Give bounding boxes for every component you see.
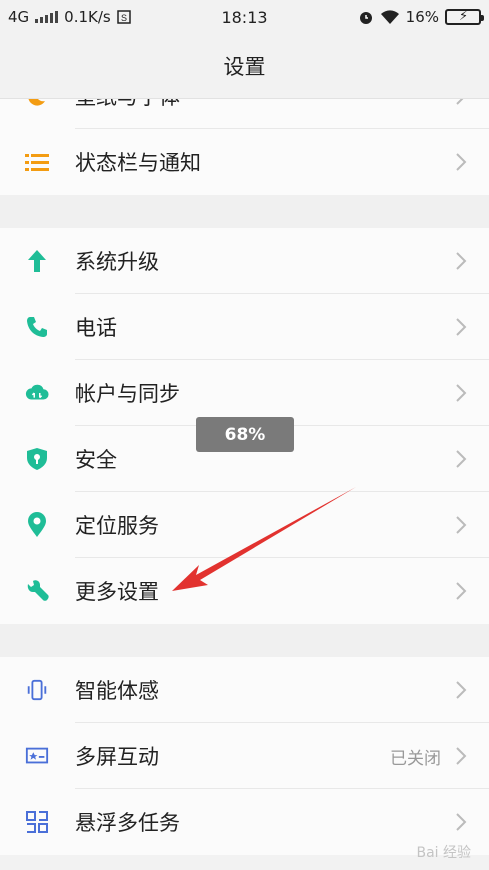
chevron-right-icon — [456, 384, 467, 402]
multi-screen-icon — [25, 744, 49, 768]
settings-item-notification[interactable]: 状态栏与通知 — [0, 129, 489, 195]
chevron-right-icon — [456, 252, 467, 270]
settings-item-smart-motion[interactable]: 智能体感 — [0, 657, 489, 723]
settings-item-location[interactable]: 定位服务 — [0, 492, 489, 558]
settings-group-3: 智能体感 多屏互动 已关闭 悬浮多任务 — [0, 657, 489, 855]
group-divider — [0, 195, 489, 228]
status-right: 16% ⚡ — [358, 8, 484, 26]
chevron-right-icon — [456, 516, 467, 534]
settings-item-label: 壁纸与字体 — [75, 98, 455, 111]
settings-item-label: 悬浮多任务 — [75, 811, 180, 835]
chevron-right-icon — [456, 582, 467, 600]
status-left: 4G 0.1K/s S — [8, 8, 131, 26]
settings-item-label: 帐户与同步 — [75, 382, 180, 406]
chevron-right-icon — [456, 153, 467, 171]
settings-item-value: 已关闭 — [390, 748, 441, 769]
settings-item-label: 智能体感 — [75, 679, 159, 703]
sim-icon: S — [116, 10, 131, 24]
svg-text:S: S — [121, 13, 127, 23]
chevron-right-icon — [456, 747, 467, 765]
group-divider — [0, 624, 489, 657]
chevron-right-icon — [456, 450, 467, 468]
settings-item-label: 系统升级 — [75, 250, 159, 274]
wallpaper-icon — [25, 98, 49, 108]
watermark-logo: Bai 经验 — [416, 845, 471, 861]
network-type: 4G — [8, 8, 30, 26]
chevron-right-icon — [456, 318, 467, 336]
status-bar: 4G 0.1K/s S 18:13 16% ⚡ — [0, 0, 489, 34]
settings-item-label: 电话 — [75, 316, 117, 340]
settings-item-wallpaper[interactable]: 壁纸与字体 — [0, 98, 489, 129]
settings-group-1: 壁纸与字体 状态栏与通知 — [0, 98, 489, 195]
alarm-icon — [359, 12, 372, 24]
notification-list-icon — [25, 150, 49, 174]
signal-icon — [35, 11, 59, 23]
settings-item-phone[interactable]: 电话 — [0, 294, 489, 360]
settings-item-label: 更多设置 — [75, 580, 159, 604]
battery-percent: 16% — [405, 8, 439, 26]
settings-list: 壁纸与字体 状态栏与通知 系统升级 — [0, 98, 489, 870]
settings-item-label: 状态栏与通知 — [75, 151, 201, 175]
network-speed: 0.1K/s — [64, 8, 111, 26]
phone-motion-icon — [25, 678, 49, 702]
location-pin-icon — [25, 512, 49, 537]
shield-icon — [25, 447, 49, 471]
settings-item-more-settings[interactable]: 更多设置 — [0, 558, 489, 624]
phone-icon — [25, 315, 49, 339]
chevron-right-icon — [456, 98, 465, 105]
settings-item-label: 定位服务 — [75, 514, 159, 538]
chevron-right-icon — [456, 813, 467, 831]
chevron-right-icon — [456, 681, 467, 699]
page-title: 设置 — [0, 34, 489, 99]
cloud-sync-icon — [25, 381, 49, 405]
wrench-icon — [25, 579, 49, 603]
floating-window-icon — [25, 810, 49, 834]
settings-item-system-update[interactable]: 系统升级 — [0, 228, 489, 294]
progress-toast: 68% — [196, 417, 294, 452]
arrow-up-icon — [25, 249, 49, 273]
settings-item-multi-screen[interactable]: 多屏互动 已关闭 — [0, 723, 489, 789]
settings-item-label: 多屏互动 — [75, 745, 159, 769]
wifi-icon — [380, 10, 399, 24]
battery-icon: ⚡ — [445, 9, 484, 25]
